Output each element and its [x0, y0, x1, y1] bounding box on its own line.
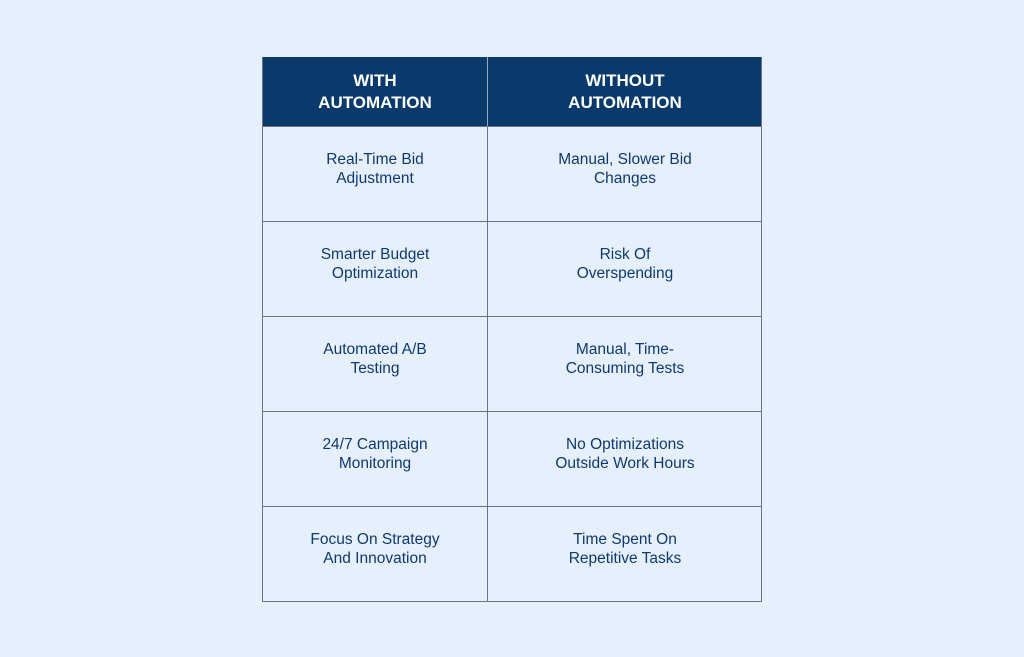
table-row: Automated A/B Testing Manual, Time- Cons…	[263, 316, 761, 411]
cell-without: Time Spent On Repetitive Tasks	[568, 531, 682, 567]
table-header: WITH AUTOMATION WITHOUT AUTOMATION	[263, 57, 761, 126]
cell-with: Focus On Strategy And Innovation	[263, 507, 488, 601]
table-row: Focus On Strategy And Innovation Time Sp…	[263, 506, 761, 601]
cell-without: No Optimizations Outside Work Hours	[555, 436, 695, 472]
cell-with: Real-Time Bid Adjustment	[263, 127, 488, 221]
header-with-automation: WITH AUTOMATION	[263, 57, 488, 126]
table-row: Smarter Budget Optimization Risk Of Over…	[263, 221, 761, 316]
table-row: Real-Time Bid Adjustment Manual, Slower …	[263, 126, 761, 221]
comparison-table: WITH AUTOMATION WITHOUT AUTOMATION Real-…	[262, 57, 762, 602]
cell-without: Manual, Time- Consuming Tests	[565, 341, 685, 377]
cell-with: Smarter Budget Optimization	[263, 222, 488, 316]
header-without-automation: WITHOUT AUTOMATION	[568, 70, 682, 112]
cell-without: Manual, Slower Bid Changes	[558, 151, 692, 187]
cell-with: 24/7 Campaign Monitoring	[263, 412, 488, 506]
cell-without: Risk Of Overspending	[576, 246, 674, 282]
table-row: 24/7 Campaign Monitoring No Optimization…	[263, 411, 761, 506]
cell-with: Automated A/B Testing	[263, 317, 488, 411]
